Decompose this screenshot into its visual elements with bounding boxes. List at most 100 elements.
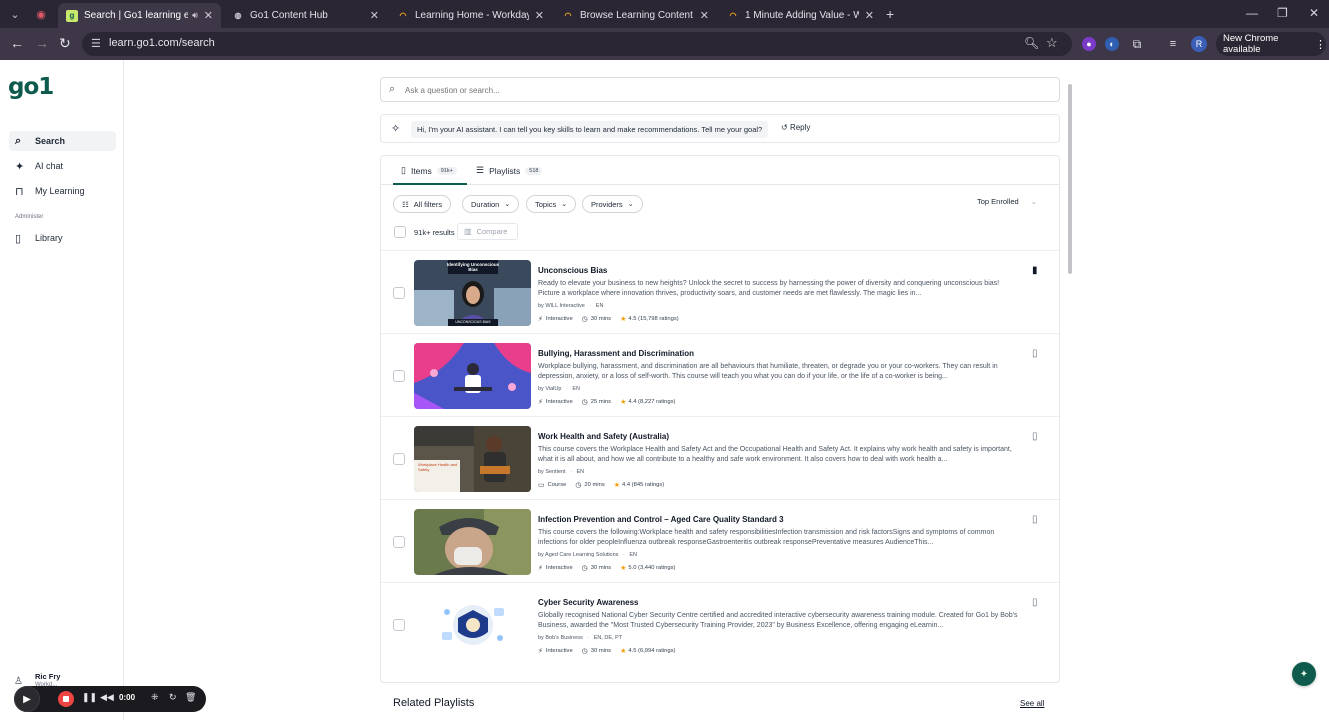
duration-filter[interactable]: Duration ⌄ <box>462 195 520 213</box>
close-window-icon[interactable]: ✕ <box>1309 6 1319 20</box>
items-count-badge: 91k+ <box>436 166 457 175</box>
close-tab-icon[interactable]: ✕ <box>535 9 544 22</box>
tab-items[interactable]: ▯ Items 91k+ <box>401 165 457 176</box>
browser-tab-workday-browse[interactable]: ◠ Browse Learning Content - Wor ✕ <box>554 3 717 28</box>
chrome-update-button[interactable]: New Chrome available ⋮ <box>1216 32 1326 56</box>
star-icon: ★ <box>620 399 627 406</box>
result-item[interactable]: Cyber Security Awareness Globally recogn… <box>381 582 1059 665</box>
course-title[interactable]: Bullying, Harassment and Discrimination <box>538 349 694 358</box>
bookmark-icon[interactable]: ▯ <box>1032 514 1038 525</box>
bookmark-icon[interactable]: ▯ <box>1032 348 1038 359</box>
extensions-puzzle-icon[interactable]: ⧉ <box>1130 37 1144 51</box>
rewind-icon[interactable]: ◀◀ <box>100 692 114 703</box>
browser-tab-content-hub[interactable]: ◍ Go1 Content Hub ✕ <box>224 3 387 28</box>
profile-avatar[interactable]: R <box>1191 36 1207 52</box>
course-thumbnail[interactable]: Identifying Unconscious Bias UNCONSCIOUS… <box>414 260 531 326</box>
sort-select[interactable]: Top Enrolled ⌄ <box>977 197 1037 206</box>
filter-sliders-icon: ☷ <box>402 199 409 209</box>
sidebar-item-ai-chat[interactable]: ✦ AI chat <box>9 156 116 176</box>
site-info-icon[interactable]: ☰ <box>91 37 101 50</box>
reload-icon[interactable]: ↻ <box>59 36 71 50</box>
course-description: This course covers the Workplace Health … <box>538 446 1012 463</box>
close-tab-icon[interactable]: ✕ <box>204 9 213 22</box>
course-thumbnail[interactable] <box>414 509 531 575</box>
providers-filter[interactable]: Providers ⌄ <box>582 195 643 213</box>
topics-filter[interactable]: Topics ⌄ <box>526 195 577 213</box>
result-item[interactable]: Bullying, Harassment and Discrimination … <box>381 333 1059 416</box>
see-all-link[interactable]: See all <box>1020 699 1044 708</box>
bookmark-icon[interactable]: ▯ <box>1032 597 1038 608</box>
minimize-window-icon[interactable]: — <box>1246 6 1258 20</box>
bookmark-icon[interactable]: ▯ <box>1032 431 1038 442</box>
restore-window-icon[interactable]: ❐ <box>1277 6 1288 20</box>
star-icon: ★ <box>620 565 627 572</box>
zoom-icon[interactable]: 🔍︎ <box>1024 36 1039 50</box>
restart-icon[interactable]: ↻ <box>169 692 177 703</box>
tab-playlists[interactable]: ☰ Playlists 518 <box>476 165 543 176</box>
camera-icon[interactable]: ▶ <box>14 686 40 712</box>
result-count: 91k+ results <box>414 228 455 237</box>
close-tab-icon[interactable]: ✕ <box>865 9 874 22</box>
close-tab-icon[interactable]: ✕ <box>700 9 709 22</box>
forward-arrow-icon[interactable]: → <box>35 36 49 50</box>
course-title[interactable]: Unconscious Bias <box>538 266 607 275</box>
compare-button[interactable]: ▥ Compare <box>457 223 518 240</box>
back-arrow-icon[interactable]: ← <box>10 36 24 50</box>
new-tab-plus-icon[interactable]: + <box>886 6 894 22</box>
item-checkbox[interactable] <box>393 287 405 299</box>
recording-indicator-icon: ◉ <box>36 8 46 21</box>
search-input[interactable] <box>405 82 1045 98</box>
grid-icon[interactable]: ⁜ <box>151 692 159 703</box>
ai-chat-floating-button[interactable]: ✦ <box>1292 662 1316 686</box>
pause-icon[interactable]: ❚❚ <box>82 692 97 703</box>
extension-shield-icon[interactable]: ◐ <box>1105 37 1119 51</box>
url-text[interactable]: learn.go1.com/search <box>109 37 215 49</box>
browser-tab-go1-search[interactable]: g Search | Go1 learning experi 🔊︎ ✕ <box>58 3 221 28</box>
sparkle-icon: ✧ <box>391 123 401 135</box>
course-thumbnail[interactable]: Workplace Health and Safety <box>414 426 531 492</box>
trash-icon[interactable]: 🗑︎ <box>185 692 196 703</box>
result-item[interactable]: Infection Prevention and Control – Aged … <box>381 499 1059 582</box>
address-bar[interactable]: ☰ learn.go1.com/search 🔍︎ ☆ <box>82 32 1072 56</box>
go1-logo[interactable]: go1 <box>8 74 54 100</box>
screen-recorder-toolbar: ▶ ❚❚ ◀◀ 0:00 ⁜ ↻ 🗑︎ <box>14 686 206 712</box>
result-item[interactable]: Workplace Health and Safety Work Health … <box>381 416 1059 499</box>
course-title[interactable]: Infection Prevention and Control – Aged … <box>538 515 784 524</box>
course-thumbnail[interactable] <box>414 343 531 409</box>
page-scrollbar-thumb[interactable] <box>1068 84 1072 274</box>
bookmark-star-icon[interactable]: ☆ <box>1046 35 1058 51</box>
course-provider: by VialUp · EN <box>538 386 580 392</box>
tab-search-chevron-icon[interactable]: ⌄ <box>5 5 25 23</box>
bookmark-filled-icon[interactable]: ▮ <box>1032 265 1038 276</box>
clock-icon: ◷ <box>581 565 588 572</box>
sidebar-item-search[interactable]: ⌕ Search <box>9 131 116 151</box>
result-item[interactable]: Identifying Unconscious Bias UNCONSCIOUS… <box>381 250 1059 333</box>
chevron-down-icon: ⌄ <box>504 201 511 208</box>
extension-icon[interactable]: ● <box>1082 37 1096 51</box>
course-description: Globally recognised National Cyber Secur… <box>538 612 1018 629</box>
course-thumbnail[interactable] <box>414 592 531 658</box>
close-tab-icon[interactable]: ✕ <box>370 9 379 22</box>
item-checkbox[interactable] <box>393 619 405 631</box>
sidebar-item-my-learning[interactable]: ⊓ My Learning <box>9 181 116 201</box>
item-checkbox[interactable] <box>393 370 405 382</box>
browser-tab-workday-learning-home[interactable]: ◠ Learning Home - Workday ✕ <box>389 3 552 28</box>
all-filters-button[interactable]: ☷ All filters <box>393 195 452 213</box>
item-checkbox[interactable] <box>393 453 405 465</box>
search-box[interactable]: ⌕ <box>380 77 1060 102</box>
stop-recording-button[interactable] <box>58 691 74 707</box>
speaker-icon[interactable]: 🔊︎ <box>192 10 198 21</box>
item-checkbox[interactable] <box>393 536 405 548</box>
media-control-icon[interactable]: ≡ <box>1166 37 1180 51</box>
more-menu-icon[interactable]: ⋮ <box>1315 38 1326 51</box>
clock-icon: ◷ <box>581 316 588 323</box>
course-meta: ⚡︎ Interactive ◷ 30 mins ★ 4.5 (15,798 rati… <box>538 316 679 323</box>
select-all-checkbox[interactable] <box>394 226 406 238</box>
reply-button[interactable]: ↺ Reply <box>781 123 810 132</box>
browser-tab-workday-adding-value[interactable]: ◠ 1 Minute Adding Value - Workd ✕ <box>719 3 882 28</box>
star-icon: ★ <box>620 316 627 323</box>
course-title[interactable]: Cyber Security Awareness <box>538 598 639 607</box>
course-description: Ready to elevate your business to new he… <box>538 280 1000 297</box>
course-title[interactable]: Work Health and Safety (Australia) <box>538 432 669 441</box>
sidebar-item-library[interactable]: ▯ Library <box>9 228 116 248</box>
